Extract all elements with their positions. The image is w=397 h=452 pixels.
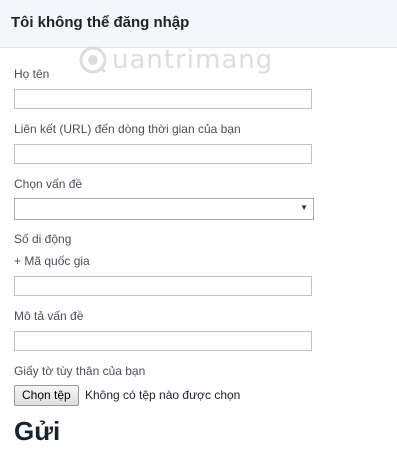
phone-label: Số di động xyxy=(14,232,72,246)
chevron-down-icon: ▼ xyxy=(300,203,308,212)
timeline-url-input[interactable] xyxy=(14,144,312,164)
watermark-text: uantrimang xyxy=(112,45,274,75)
quantrimang-logo-icon xyxy=(79,46,107,74)
dialog-title: Tôi không thể đăng nhập xyxy=(11,14,190,31)
submit-button[interactable]: Gửi xyxy=(14,416,60,447)
country-code-link[interactable]: + Mã quốc gia xyxy=(14,254,90,268)
choose-file-button[interactable]: Chọn tệp xyxy=(14,385,79,406)
timeline-url-label: Liên kết (URL) đến dòng thời gian của bạ… xyxy=(14,122,241,136)
name-input[interactable] xyxy=(14,89,312,109)
issue-select[interactable]: ▼ xyxy=(14,198,314,220)
name-label: Họ tên xyxy=(14,67,50,81)
id-document-label: Giấy tờ tùy thân của bạn xyxy=(14,364,146,378)
dialog-header: Tôi không thể đăng nhập xyxy=(0,0,397,48)
description-label: Mô tả vấn đề xyxy=(14,309,84,323)
phone-input[interactable] xyxy=(14,276,312,296)
file-status-text: Không có tệp nào được chọn xyxy=(85,388,241,402)
description-input[interactable] xyxy=(14,331,312,351)
issue-label: Chọn vấn đề xyxy=(14,177,83,191)
